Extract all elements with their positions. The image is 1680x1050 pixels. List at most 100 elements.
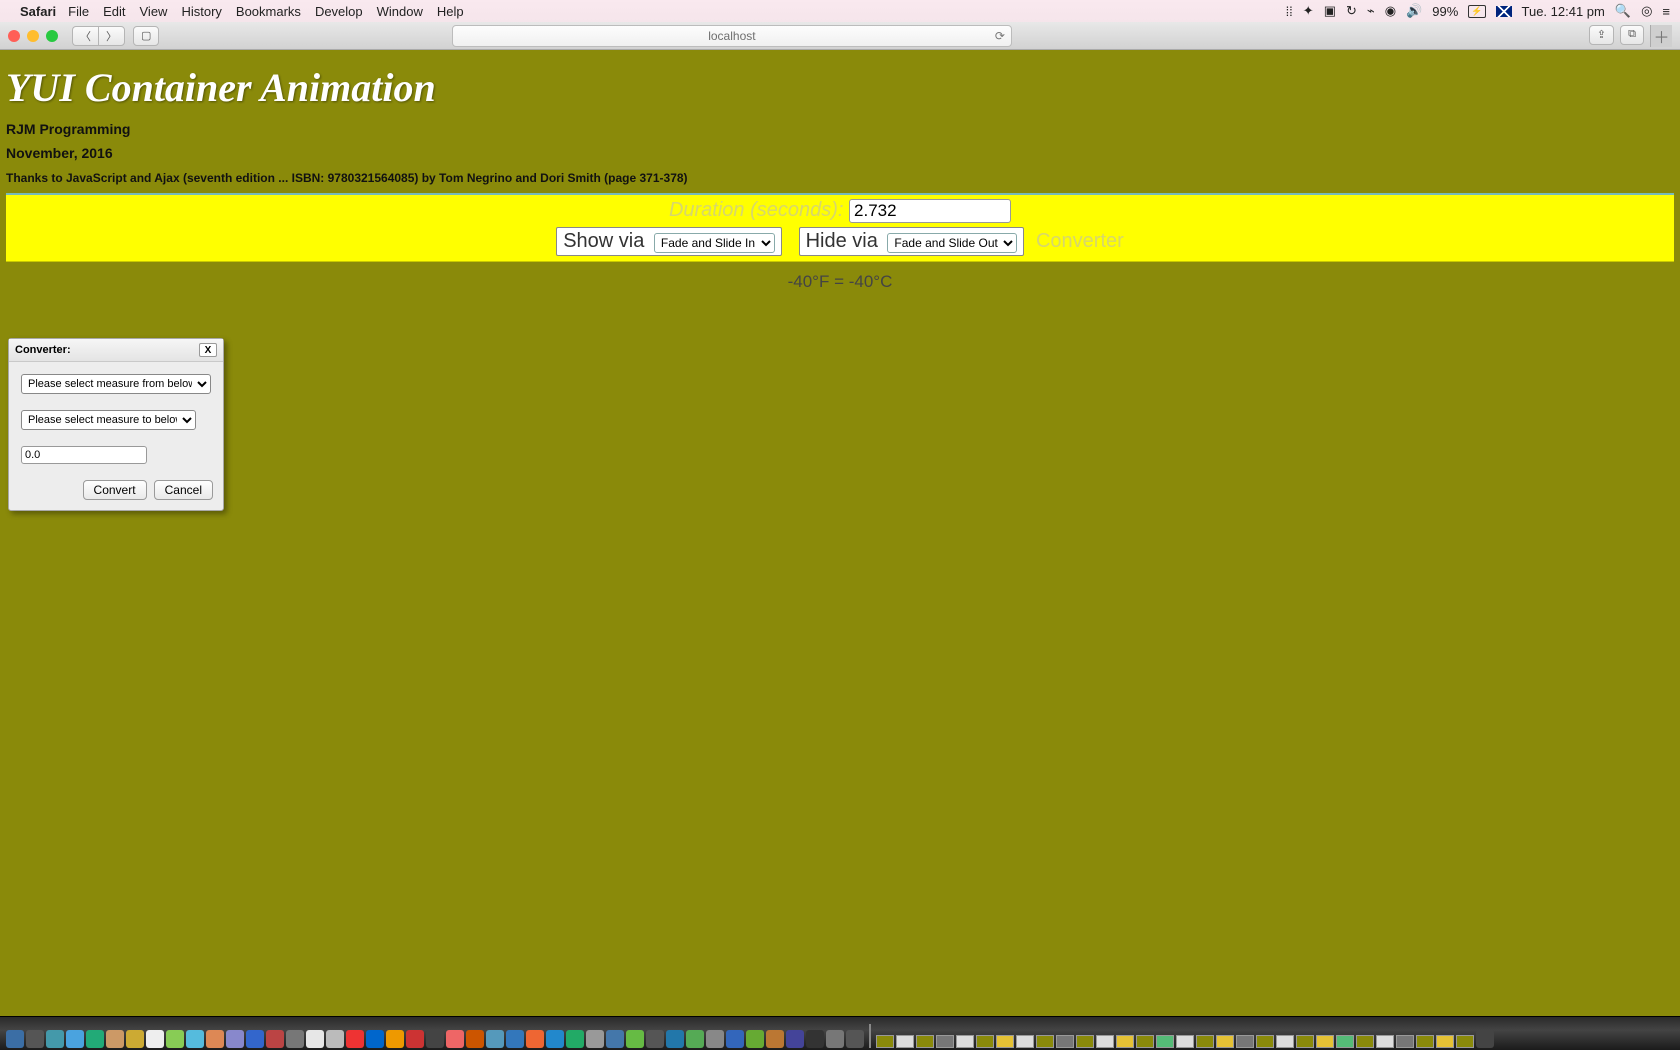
minimized-window[interactable]: [1356, 1035, 1374, 1048]
cancel-button[interactable]: Cancel: [154, 480, 213, 500]
minimized-window[interactable]: [896, 1035, 914, 1048]
converter-value-input[interactable]: [21, 446, 147, 464]
notifications-icon[interactable]: ≡: [1662, 4, 1670, 19]
minimized-window[interactable]: [1396, 1035, 1414, 1048]
minimized-window[interactable]: [1236, 1035, 1254, 1048]
dock-app-icon[interactable]: [286, 1030, 304, 1048]
dock-app-icon[interactable]: [566, 1030, 584, 1048]
minimized-window[interactable]: [1316, 1035, 1334, 1048]
dock-app-icon[interactable]: [226, 1030, 244, 1048]
tabs-button[interactable]: ⧉: [1620, 25, 1644, 45]
dock-app-icon[interactable]: [326, 1030, 344, 1048]
safari-icon[interactable]: [66, 1030, 84, 1048]
hide-select[interactable]: Fade and Slide Out: [887, 233, 1017, 253]
minimized-window[interactable]: [1076, 1035, 1094, 1048]
minimized-window[interactable]: [1436, 1035, 1454, 1048]
dock-app-icon[interactable]: [826, 1030, 844, 1048]
dock-app-icon[interactable]: [186, 1030, 204, 1048]
forward-button[interactable]: 〉: [98, 26, 125, 46]
status-icon[interactable]: ⁞⁞: [1286, 4, 1293, 19]
convert-button[interactable]: Convert: [83, 480, 147, 500]
minimized-window[interactable]: [996, 1035, 1014, 1048]
minimized-window[interactable]: [976, 1035, 994, 1048]
dock-app-icon[interactable]: [466, 1030, 484, 1048]
siri-icon[interactable]: ◎: [1641, 3, 1652, 19]
menu-edit[interactable]: Edit: [103, 4, 125, 19]
dock-app-icon[interactable]: [306, 1030, 324, 1048]
dock-app-icon[interactable]: [86, 1030, 104, 1048]
minimized-window[interactable]: [1036, 1035, 1054, 1048]
dock-app-icon[interactable]: [626, 1030, 644, 1048]
dock-app-icon[interactable]: [266, 1030, 284, 1048]
dock-app-icon[interactable]: [526, 1030, 544, 1048]
minimized-window[interactable]: [876, 1035, 894, 1048]
wifi-icon[interactable]: ◉: [1385, 3, 1396, 19]
reload-icon[interactable]: ⟳: [995, 29, 1005, 43]
minimized-window[interactable]: [1276, 1035, 1294, 1048]
dock-app-icon[interactable]: [166, 1030, 184, 1048]
dock-app-icon[interactable]: [766, 1030, 784, 1048]
menu-file[interactable]: File: [68, 4, 89, 19]
dock-app-icon[interactable]: [346, 1030, 364, 1048]
minimized-window[interactable]: [956, 1035, 974, 1048]
minimized-window[interactable]: [1096, 1035, 1114, 1048]
minimized-window[interactable]: [1216, 1035, 1234, 1048]
dock-app-icon[interactable]: [606, 1030, 624, 1048]
minimized-window[interactable]: [1456, 1035, 1474, 1048]
dock-app-icon[interactable]: [486, 1030, 504, 1048]
dock-app-icon[interactable]: [726, 1030, 744, 1048]
minimized-window[interactable]: [1056, 1035, 1074, 1048]
new-tab-button[interactable]: ＋: [1650, 25, 1672, 47]
minimized-window[interactable]: [936, 1035, 954, 1048]
minimized-window[interactable]: [1116, 1035, 1134, 1048]
menu-develop[interactable]: Develop: [315, 4, 363, 19]
dock-app-icon[interactable]: [546, 1030, 564, 1048]
dock-app-icon[interactable]: [686, 1030, 704, 1048]
bluetooth-icon[interactable]: ⌁: [1367, 3, 1375, 19]
finder-icon[interactable]: [6, 1030, 24, 1048]
dock-app-icon[interactable]: [46, 1030, 64, 1048]
converter-link[interactable]: Converter: [1036, 230, 1124, 252]
measure-to-select[interactable]: Please select measure to below ...: [21, 410, 196, 430]
minimized-window[interactable]: [1156, 1035, 1174, 1048]
dock-app-icon[interactable]: [206, 1030, 224, 1048]
volume-icon[interactable]: 🔊: [1406, 3, 1422, 19]
app-name[interactable]: Safari: [20, 4, 56, 19]
show-select[interactable]: Fade and Slide In: [654, 233, 775, 253]
minimized-window[interactable]: [1136, 1035, 1154, 1048]
dock-app-icon[interactable]: [746, 1030, 764, 1048]
dock-app-icon[interactable]: [126, 1030, 144, 1048]
menu-bookmarks[interactable]: Bookmarks: [236, 4, 301, 19]
minimize-icon[interactable]: [27, 30, 39, 42]
dock-app-icon[interactable]: [846, 1030, 864, 1048]
menu-history[interactable]: History: [181, 4, 221, 19]
dock-app-icon[interactable]: [26, 1030, 44, 1048]
close-icon[interactable]: [8, 30, 20, 42]
dock-app-icon[interactable]: [386, 1030, 404, 1048]
back-button[interactable]: 〈: [72, 26, 98, 46]
converter-close-button[interactable]: X: [199, 343, 217, 357]
sidebar-button[interactable]: ▢: [133, 26, 159, 46]
minimized-window[interactable]: [1296, 1035, 1314, 1048]
dock-app-icon[interactable]: [506, 1030, 524, 1048]
status-icon[interactable]: ▣: [1324, 3, 1336, 19]
dock-app-icon[interactable]: [786, 1030, 804, 1048]
dock-app-icon[interactable]: [446, 1030, 464, 1048]
dock-app-icon[interactable]: [586, 1030, 604, 1048]
flag-icon[interactable]: [1496, 6, 1512, 17]
minimized-window[interactable]: [1416, 1035, 1434, 1048]
dock-app-icon[interactable]: [806, 1030, 824, 1048]
measure-from-select[interactable]: Please select measure from below ...: [21, 374, 211, 394]
minimized-window[interactable]: [916, 1035, 934, 1048]
minimized-window[interactable]: [1176, 1035, 1194, 1048]
share-button[interactable]: ⇪: [1589, 25, 1614, 45]
dock-app-icon[interactable]: [706, 1030, 724, 1048]
dock-app-icon[interactable]: [366, 1030, 384, 1048]
menu-view[interactable]: View: [140, 4, 168, 19]
menu-window[interactable]: Window: [377, 4, 423, 19]
duration-input[interactable]: [849, 199, 1011, 223]
minimized-window[interactable]: [1256, 1035, 1274, 1048]
address-bar[interactable]: localhost ⟳: [452, 25, 1012, 47]
dock-app-icon[interactable]: [406, 1030, 424, 1048]
minimized-window[interactable]: [1376, 1035, 1394, 1048]
